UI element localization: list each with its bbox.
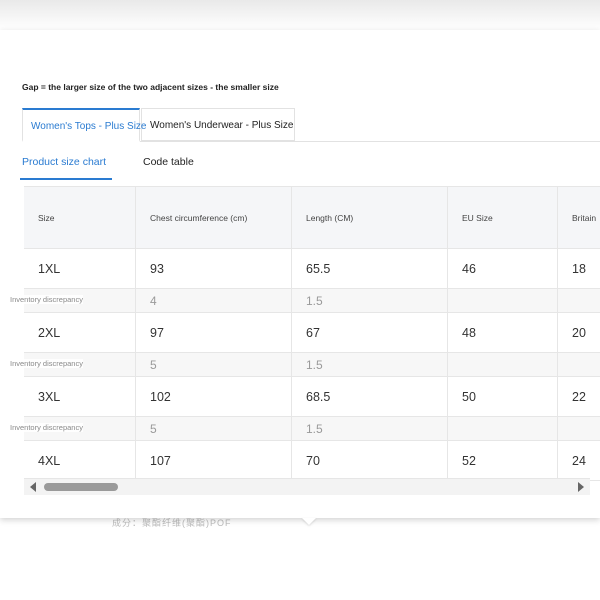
scroll-right-icon[interactable] [578, 482, 584, 492]
column-header: Size [24, 187, 136, 249]
subtab-product-size-chart[interactable]: Product size chart [19, 156, 113, 180]
inventory-discrepancy-label: Inventory discrepancy [10, 295, 83, 304]
discrepancy-cell: 4 [136, 289, 292, 313]
table-cell: 1XL [24, 249, 136, 289]
table-cell: 65.5 [292, 249, 448, 289]
column-header: Length (CM) [292, 187, 448, 249]
discrepancy-cell [558, 289, 600, 313]
discrepancy-cell [448, 353, 558, 377]
table-cell: 4XL [24, 441, 136, 481]
horizontal-scrollbar[interactable] [24, 478, 590, 495]
table-cell: 52 [448, 441, 558, 481]
discrepancy-cell: 1.5 [292, 417, 448, 441]
tab-womens-tops-plus[interactable]: Women's Tops - Plus Size [22, 108, 146, 142]
inventory-discrepancy-label: Inventory discrepancy [10, 359, 83, 368]
table-cell: 20 [558, 313, 600, 353]
table-cell: 70 [292, 441, 448, 481]
table-cell: 24 [558, 441, 600, 481]
scrollbar-thumb[interactable] [44, 483, 118, 491]
table-cell: 102 [136, 377, 292, 417]
table-cell: 97 [136, 313, 292, 353]
discrepancy-cell: 5 [136, 353, 292, 377]
tab-womens-underwear-plus[interactable]: Women's Underwear - Plus Size [141, 108, 295, 141]
table-cell: 68.5 [292, 377, 448, 417]
table-cell: 50 [448, 377, 558, 417]
table-cell: 93 [136, 249, 292, 289]
background-overlay [0, 0, 600, 30]
table-cell: 2XL [24, 313, 136, 353]
table-cell: 46 [448, 249, 558, 289]
table-cell: 3XL [24, 377, 136, 417]
table-cell: 67 [292, 313, 448, 353]
subtab-code-table[interactable]: Code table [143, 156, 194, 168]
discrepancy-cell: 1.5 [292, 289, 448, 313]
column-header: EU Size [448, 187, 558, 249]
category-tabs: Women's Tops - Plus Size Women's Underwe… [22, 108, 600, 142]
table-cell: 48 [448, 313, 558, 353]
table-cell: 18 [558, 249, 600, 289]
size-table[interactable]: Size Chest circumference (cm) Length (CM) E… [24, 186, 600, 497]
inventory-discrepancy-label: Inventory discrepancy [10, 423, 83, 432]
discrepancy-cell [448, 289, 558, 313]
discrepancy-cell [558, 417, 600, 441]
table-cell: 107 [136, 441, 292, 481]
discrepancy-cell [448, 417, 558, 441]
column-header: Chest circumference (cm) [136, 187, 292, 249]
chart-subtabs: Product size chart Code table [19, 150, 600, 188]
column-header: Britain [558, 187, 600, 249]
discrepancy-cell: 5 [136, 417, 292, 441]
discrepancy-cell: 1.5 [292, 353, 448, 377]
table-cell: 22 [558, 377, 600, 417]
discrepancy-cell [558, 353, 600, 377]
scroll-left-icon[interactable] [30, 482, 36, 492]
gap-note: Gap = the larger size of the two adjacen… [22, 82, 279, 92]
popover-caret-icon [302, 518, 316, 525]
